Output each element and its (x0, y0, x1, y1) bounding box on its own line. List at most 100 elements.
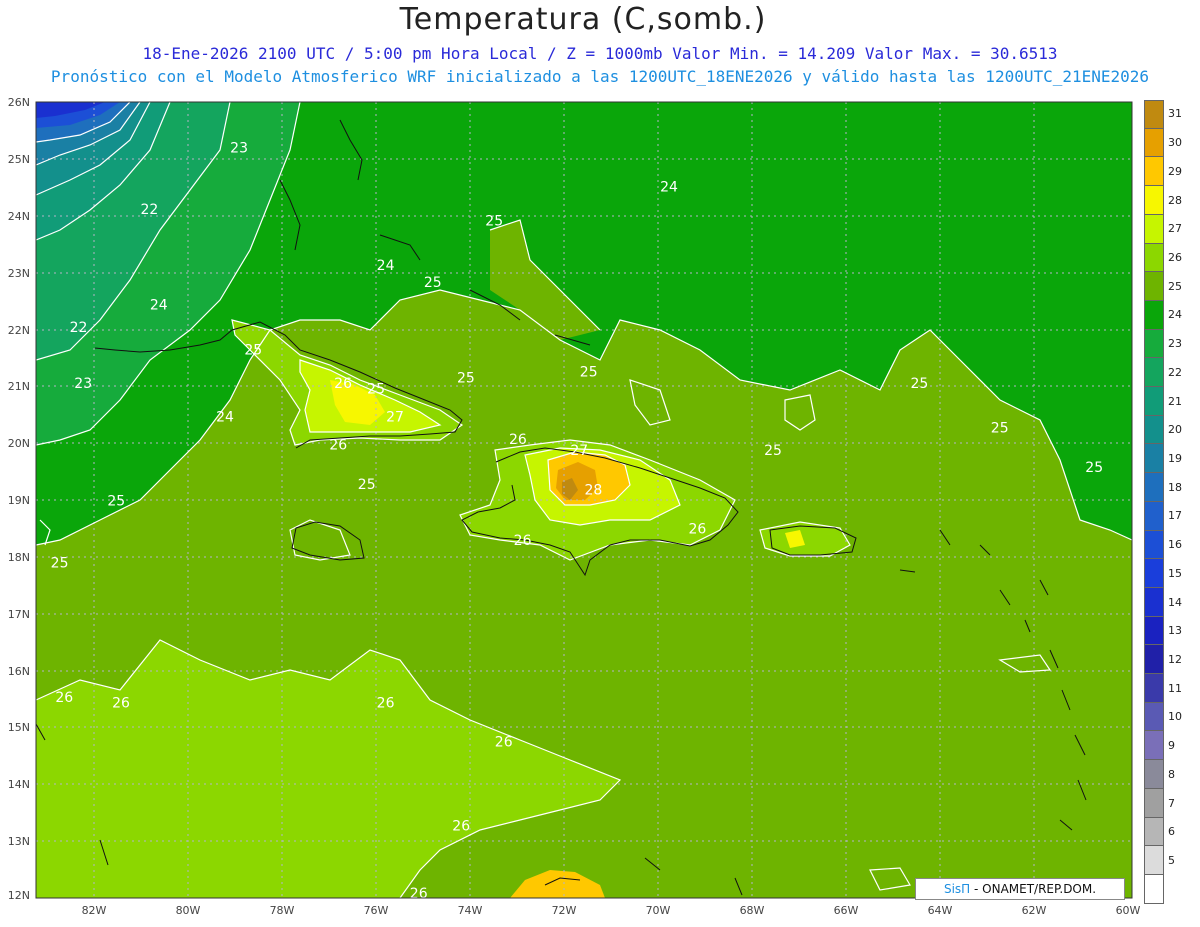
contour-label: 25 (910, 376, 928, 392)
contour-label: 26 (377, 695, 395, 711)
legend-label: 24 (1168, 308, 1182, 322)
contour-label: 24 (216, 410, 234, 426)
contour-label: 25 (485, 213, 503, 229)
contour-label: 25 (580, 365, 598, 381)
contour-label: 25 (764, 443, 782, 459)
legend-label: 8 (1168, 767, 1175, 781)
legend-swatch (1144, 272, 1164, 301)
legend-swatch (1144, 731, 1164, 761)
temperature-map: 232224242225252425232426 2527252625262728… (8, 96, 1141, 917)
legend-label: 21 (1168, 394, 1182, 408)
contour-label: 22 (70, 320, 88, 336)
contour-label: 26 (112, 695, 130, 711)
legend-swatch (1144, 387, 1164, 416)
contour-label: 26 (514, 533, 532, 549)
lon-label: 70W (646, 904, 671, 917)
legend-label: 5 (1168, 853, 1175, 867)
contour-label: 25 (457, 370, 475, 386)
legend-label: 17 (1168, 509, 1182, 523)
legend-label: 6 (1168, 825, 1175, 839)
contour-label: 25 (424, 275, 442, 291)
lat-label: 13N (8, 835, 30, 848)
contour-label: 28 (584, 482, 602, 498)
lat-label: 19N (8, 494, 30, 507)
contour-label: 25 (51, 555, 69, 571)
lon-label: 64W (928, 904, 953, 917)
lat-label: 20N (8, 437, 30, 450)
lat-label: 12N (8, 889, 30, 902)
contour-label: 26 (55, 690, 73, 706)
lon-label: 80W (176, 904, 201, 917)
lon-label: 78W (270, 904, 295, 917)
legend-label: 15 (1168, 566, 1182, 580)
legend-label: 7 (1168, 796, 1175, 810)
latitude-axis: 26N 25N 24N 23N 22N 21N 20N 19N 18N 17N … (8, 96, 30, 902)
legend-swatch (1144, 128, 1164, 158)
legend-label: 11 (1168, 681, 1182, 695)
contour-label: 25 (1085, 460, 1103, 476)
contour-label: 26 (688, 522, 706, 538)
legend-swatch (1144, 186, 1164, 215)
lat-label: 21N (8, 380, 30, 393)
contour-label: 25 (358, 477, 376, 493)
legend-label: 19 (1168, 451, 1182, 465)
legend-label: 30 (1168, 136, 1182, 150)
legend-label: 27 (1168, 222, 1182, 236)
legend-label: 10 (1168, 710, 1182, 724)
legend-swatch (1144, 243, 1164, 273)
contour-label: 26 (329, 438, 347, 454)
lon-label: 66W (834, 904, 859, 917)
color-scale-legend (1144, 100, 1164, 904)
legend-swatch (1144, 473, 1164, 502)
contour-label: 26 (452, 819, 470, 835)
legend-swatch (1144, 415, 1164, 445)
lat-label: 15N (8, 721, 30, 734)
sispi-logo-text: SisΠ (943, 882, 971, 896)
credit-box: SisΠ - ONAMET/REP.DOM. (915, 878, 1125, 900)
legend-label: 29 (1168, 164, 1182, 178)
legend-swatch (1144, 530, 1164, 560)
legend-swatch (1144, 674, 1164, 703)
lon-label: 76W (364, 904, 389, 917)
legend-swatch (1144, 616, 1164, 646)
lon-label: 82W (82, 904, 107, 917)
legend-swatch (1144, 846, 1164, 875)
contour-label: 25 (107, 494, 125, 510)
contour-label: 25 (244, 342, 262, 358)
lon-label: 68W (740, 904, 765, 917)
contour-label: 24 (377, 258, 395, 274)
legend-label: 13 (1168, 624, 1182, 638)
lon-label: 60W (1116, 904, 1141, 917)
legend-swatch (1144, 444, 1164, 474)
legend-swatch (1144, 214, 1164, 244)
legend-label: 12 (1168, 652, 1182, 666)
legend-label: 25 (1168, 279, 1182, 293)
legend-label: 23 (1168, 337, 1182, 351)
legend-swatch (1144, 587, 1164, 617)
legend-label: 31 (1168, 107, 1182, 121)
lon-label: 74W (458, 904, 483, 917)
contour-label: 22 (140, 202, 158, 218)
legend-swatch (1144, 559, 1164, 588)
contour-label: 27 (570, 443, 588, 459)
legend-swatch (1144, 702, 1164, 732)
legend-swatch (1144, 358, 1164, 388)
legend-label: 22 (1168, 365, 1182, 379)
legend-swatch (1144, 645, 1164, 675)
contour-label: 27 (386, 410, 404, 426)
contour-label: 26 (495, 735, 513, 751)
contour-label: 26 (334, 376, 352, 392)
legend-swatch (1144, 501, 1164, 531)
legend-swatch (1144, 100, 1164, 129)
legend-label: 16 (1168, 538, 1182, 552)
legend-label: 28 (1168, 193, 1182, 207)
contour-label: 23 (230, 141, 248, 157)
legend-swatch (1144, 788, 1164, 818)
legend-label: 18 (1168, 480, 1182, 494)
contour-label: 26 (509, 432, 527, 448)
longitude-axis: 82W 80W 78W 76W 74W 72W 70W 68W 66W 64W … (82, 904, 1141, 917)
lat-label: 26N (8, 96, 30, 109)
contour-label: 26 (410, 886, 428, 902)
lat-label: 24N (8, 210, 30, 223)
lat-label: 23N (8, 267, 30, 280)
